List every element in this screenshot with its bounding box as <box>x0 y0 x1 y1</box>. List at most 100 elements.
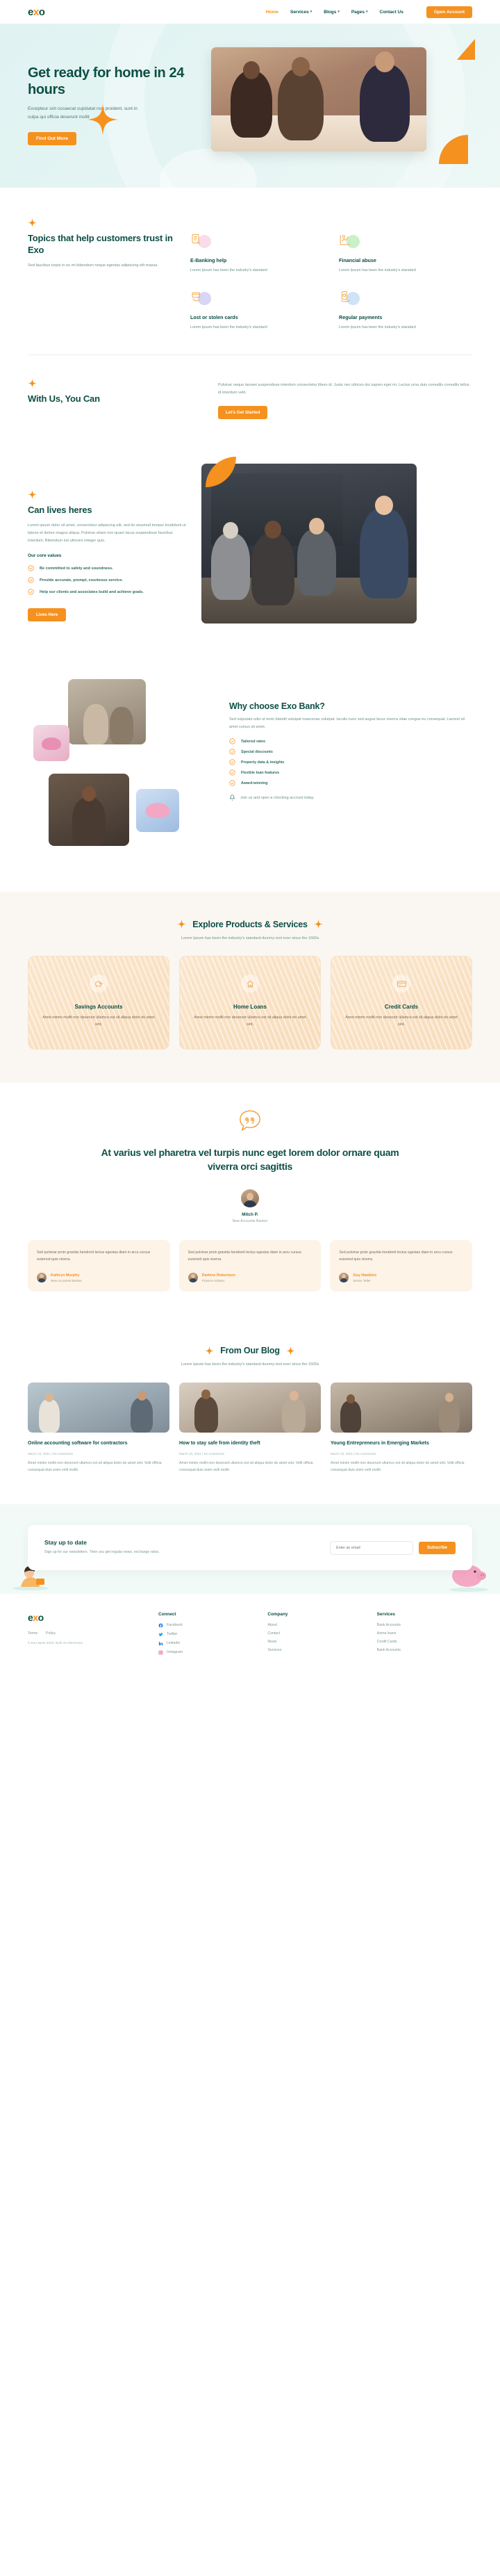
footer-link-facebook[interactable]: Facebook <box>158 1623 253 1628</box>
footer-link-label: Services <box>267 1647 282 1652</box>
subscribe-button[interactable]: Subscribe <box>418 1541 456 1554</box>
check-circle-icon <box>28 577 34 584</box>
blog-card[interactable]: Online accounting software for contracto… <box>28 1383 169 1474</box>
testimonial-card[interactable]: Sed pulvinar proin gravida hendrerit lec… <box>178 1240 322 1292</box>
footer-link-news[interactable]: News <box>267 1640 362 1644</box>
nav-item-blogs[interactable]: Blogs ▾ <box>324 10 340 15</box>
product-card-home-loans[interactable]: Home Loans Amet minim mollit non deserun… <box>179 956 321 1050</box>
topic-card-lost-cards[interactable]: Lost or stolen cards Lorem Ipsum has bee… <box>190 291 324 331</box>
testimonial-card-name: Guy Hawkins <box>353 1273 377 1278</box>
blog-thumbnail <box>331 1383 472 1433</box>
nav-item-contact[interactable]: Contact Us <box>380 10 403 15</box>
list-item: Tailored rates <box>229 738 472 744</box>
footer-link-contact[interactable]: Contact <box>267 1631 362 1636</box>
topic-card-ebanking[interactable]: E-Banking help Lorem Ipsum has been the … <box>190 234 324 274</box>
testimonial-card-name: Kathryn Murphy <box>51 1273 80 1278</box>
footer-link-label: Credit Cards <box>376 1639 397 1644</box>
blog-card-title: Online accounting software for contracto… <box>28 1441 128 1446</box>
blog-card[interactable]: Young Entrepreneurs in Emerging Markets … <box>331 1383 472 1474</box>
testimonial-card-role: New Accounts Banker <box>51 1278 82 1282</box>
why-feature-label: Special discounts <box>241 749 273 754</box>
blog-card-text: Amet minim mollit non deserunt ullamco e… <box>331 1461 465 1472</box>
footer-link-label: Twitter <box>167 1632 178 1637</box>
lives-paragraph: Lorem ipsum dolor sit amet, consectetur … <box>28 523 186 543</box>
lets-get-started-button[interactable]: Let's Get Started <box>218 405 268 419</box>
brand-logo[interactable]: exo <box>28 6 45 18</box>
list-item: Be committed to safety and soundness. <box>28 565 188 572</box>
testimonial-card[interactable]: Sed pulvinar proin gravida hendrerit lec… <box>330 1240 473 1292</box>
check-circle-icon <box>229 780 235 786</box>
hero-title: Get ready for home in 24 hours <box>28 65 184 97</box>
find-out-more-button[interactable]: Find Out More <box>28 131 77 145</box>
product-title: Savings Accounts <box>74 1004 123 1011</box>
piggy-bank-icon <box>94 981 103 987</box>
footer-link-bank-accounts-2[interactable]: Bank Accounts <box>377 1648 472 1652</box>
footer-link-home-loans[interactable]: Home loans <box>377 1631 472 1636</box>
blog-title: From Our Blog <box>220 1346 280 1356</box>
footer-link-credit-cards[interactable]: Credit Cards <box>377 1640 472 1644</box>
footer-link-policy[interactable]: Policy <box>46 1631 56 1636</box>
logo-x: x <box>33 1611 38 1623</box>
logo-x: x <box>33 6 39 18</box>
nav-item-services-label: Services <box>290 9 309 15</box>
nav-item-home[interactable]: Home <box>266 10 278 15</box>
blog-card[interactable]: How to stay safe from identity theft Mar… <box>179 1383 321 1474</box>
blog-card-text: Amet minim mollit non deserunt ullamco e… <box>28 1461 162 1472</box>
product-text: Amet minim mollit non deserunt ullamco e… <box>42 1016 155 1027</box>
hero-photo <box>211 47 426 152</box>
list-item: Award-winning <box>229 780 472 786</box>
blog-thumbnail <box>28 1383 169 1433</box>
footer-column-company: Company About Contact News Services <box>267 1612 362 1659</box>
core-values-list: Be committed to safety and soundness. Pr… <box>28 565 188 596</box>
with-us-section: With Us, You Can Pulvinar neque laoreet … <box>0 355 500 444</box>
core-value-label: Help our clients and associates build an… <box>40 589 144 594</box>
with-us-paragraph: Pulvinar neque laoreet suspendisse inter… <box>218 383 469 395</box>
footer-logo[interactable]: exo <box>28 1612 144 1623</box>
why-choose-title: Why choose Exo Bank? <box>229 701 325 711</box>
product-text: Amet minim mollit non deserunt ullamco e… <box>345 1016 458 1027</box>
check-circle-icon <box>229 769 235 776</box>
footer-link-label: Linkedin <box>167 1641 181 1646</box>
lives-here-button[interactable]: Lives Here <box>28 608 67 622</box>
lives-section: Can lives heres Lorem ipsum dolor sit am… <box>0 444 500 654</box>
products-grid: Savings Accounts Amet minim mollit non d… <box>28 956 472 1050</box>
nav-item-pages[interactable]: Pages ▾ <box>351 10 368 15</box>
product-card-savings[interactable]: Savings Accounts Amet minim mollit non d… <box>28 956 169 1050</box>
why-note-label: Join us and open a checking account toda… <box>240 795 315 800</box>
footer-link-twitter[interactable]: Twitter <box>158 1632 253 1637</box>
nav-item-blogs-label: Blogs <box>324 9 337 15</box>
newsletter-form: Subscribe <box>329 1540 456 1555</box>
topics-description: Sed faucibus turpis in eu mi bibendum ne… <box>28 263 158 268</box>
navbar: exo Home Services ▾ Blogs ▾ Pages ▾ Cont… <box>0 0 500 24</box>
topic-card-regular-payments[interactable]: Regular payments Lorem Ipsum has been th… <box>339 291 472 331</box>
footer-link-terms[interactable]: Terms <box>28 1631 38 1636</box>
with-us-title: With Us, You Can <box>28 393 100 404</box>
collage-photo-pink-piggy <box>33 724 69 761</box>
sparkle-icon <box>28 379 37 388</box>
topic-card-financial-abuse[interactable]: Financial abuse Lorem Ipsum has been the… <box>339 234 472 274</box>
open-account-button[interactable]: Open Account <box>426 6 472 18</box>
newsletter-text: Sign up for our newsletters. Then you ge… <box>44 1550 160 1555</box>
testimonial-card[interactable]: Sed pulvinar proin gravida hendrerit lec… <box>28 1240 170 1292</box>
blog-card-meta: March 10, 2021 | No Comments <box>179 1452 225 1456</box>
footer-link-bank-accounts[interactable]: Bank Accounts <box>377 1623 472 1627</box>
footer-link-label: Facebook <box>167 1623 183 1628</box>
quarter-circle-decoration <box>439 135 468 164</box>
product-card-credit-cards[interactable]: Credit Cards Amet minim mollit non deser… <box>331 956 472 1050</box>
footer-legal-links: Terms Policy <box>28 1631 144 1636</box>
testimonial-quote: At varius vel pharetra vel turpis nunc e… <box>101 1147 399 1173</box>
footer-link-instagram[interactable]: Instagram <box>158 1650 253 1655</box>
footer-column-heading: Connect <box>158 1611 176 1617</box>
footer-link-label: Bank Accounts <box>376 1622 401 1627</box>
core-value-label: Be committed to safety and soundness. <box>40 566 113 571</box>
footer-link-about[interactable]: About <box>267 1623 362 1627</box>
nav-item-services[interactable]: Services ▾ <box>290 10 312 15</box>
footer-link-services[interactable]: Services <box>267 1648 362 1652</box>
footer-link-label: Bank Accounts <box>376 1647 401 1652</box>
footer-column-connect: Connect Facebook Twitter Linkedin Instag… <box>158 1612 253 1659</box>
products-title: Explore Products & Services <box>192 919 308 929</box>
email-field[interactable] <box>329 1540 413 1555</box>
footer-link-linkedin[interactable]: Linkedin <box>158 1641 253 1646</box>
testimonial-section: At varius vel pharetra vel turpis nunc e… <box>0 1083 500 1323</box>
core-values-heading: Our core values <box>28 553 62 559</box>
